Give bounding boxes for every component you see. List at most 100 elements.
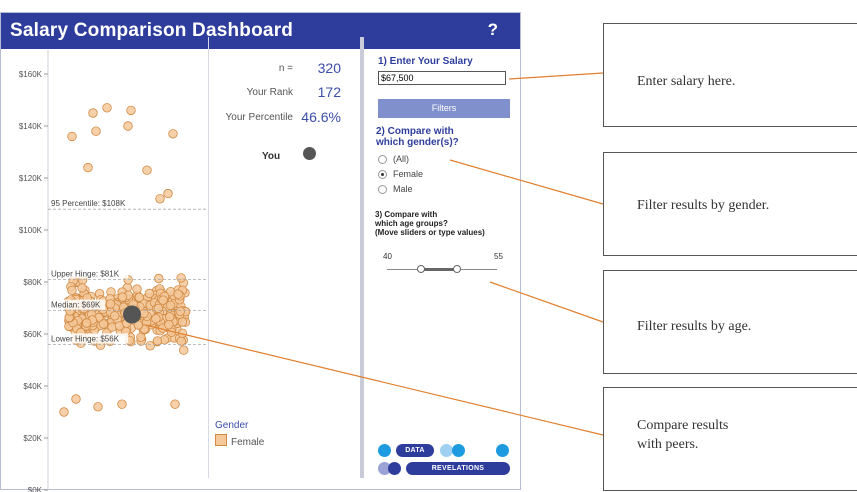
- reference-line-label: 95 Percentile: $108K: [51, 199, 126, 208]
- logo-dot: [496, 444, 509, 457]
- y-tick-label: $80K: [23, 278, 42, 287]
- gender-option-label: (All): [393, 154, 409, 164]
- data-point: [102, 103, 112, 113]
- data-point: [164, 312, 175, 322]
- you-marker: [303, 147, 316, 160]
- help-button[interactable]: ?: [488, 20, 498, 40]
- gender-option-label: Female: [393, 169, 424, 179]
- callout-gender: Filter results by gender.: [603, 152, 857, 256]
- reference-line-label: Lower Hinge: $56K: [51, 334, 120, 343]
- panel-divider: [360, 37, 364, 478]
- salary-input[interactable]: [378, 71, 506, 85]
- filters-button[interactable]: Filters: [378, 99, 510, 118]
- data-point: [93, 402, 103, 412]
- data-point: [177, 317, 188, 327]
- stat-n-value: 320: [317, 60, 341, 76]
- callout-peers-line1: Compare results: [637, 418, 729, 433]
- gender-option-all[interactable]: (All): [378, 154, 409, 166]
- data-point: [163, 188, 173, 199]
- step3-title-line1: 3) Compare with: [375, 210, 438, 219]
- callout-peers-text: Compare results with peers.: [637, 416, 728, 454]
- stat-percentile-label: Your Percentile: [225, 112, 293, 123]
- callout-salary-text: Enter salary here.: [637, 74, 736, 89]
- y-tick-label: $40K: [23, 382, 42, 391]
- stat-n-label: n =: [278, 63, 293, 74]
- data-point: [77, 283, 87, 293]
- legend-item-label: Female: [231, 437, 265, 448]
- connector-salary: [508, 72, 604, 80]
- data-point: [142, 165, 152, 175]
- chart-divider: [208, 37, 209, 478]
- callout-age: Filter results by age.: [603, 270, 857, 374]
- y-tick-label: $120K: [19, 174, 43, 183]
- data-point: [177, 328, 188, 339]
- callout-age-text: Filter results by age.: [637, 319, 752, 334]
- stat-percentile: Your Percentile 46.6%: [212, 108, 345, 128]
- y-tick-label: $20K: [23, 434, 42, 443]
- data-point: [81, 318, 92, 328]
- data-point: [170, 399, 180, 409]
- data-point: [98, 319, 109, 329]
- data-point: [83, 162, 93, 173]
- callout-gender-text: Filter results by gender.: [637, 198, 770, 213]
- step3-title-line2: which age groups?: [375, 219, 448, 228]
- step2-title-line1: 2) Compare with: [376, 126, 454, 137]
- stat-rank: Your Rank 172: [212, 83, 345, 103]
- gender-option-female[interactable]: Female: [378, 169, 423, 181]
- data-point: [117, 292, 128, 302]
- legend: Gender Female: [215, 420, 264, 448]
- data-point: [67, 131, 77, 142]
- data-point: [134, 292, 145, 303]
- step3-title-line3: (Move sliders or type values): [375, 228, 485, 237]
- y-tick-label: $60K: [23, 330, 42, 339]
- data-revelations-logo: DATA REVELATIONS: [374, 442, 514, 482]
- you-point: [123, 305, 141, 324]
- legend-swatch: [215, 434, 227, 446]
- gender-option-male[interactable]: Male: [378, 184, 413, 196]
- stat-rank-value: 172: [317, 84, 341, 100]
- data-point: [155, 194, 165, 204]
- radio-circle[interactable]: [378, 155, 387, 164]
- data-point: [109, 311, 120, 321]
- stat-n: n = 320: [212, 59, 345, 79]
- data-point: [144, 288, 155, 299]
- legend-title: Gender: [215, 420, 249, 431]
- data-point: [178, 345, 189, 355]
- you-label: You: [262, 151, 281, 162]
- radio-circle-selected[interactable]: [378, 170, 387, 179]
- data-point: [176, 273, 186, 283]
- age-slider-range: [421, 268, 457, 271]
- data-point: [136, 332, 146, 343]
- logo-dot: [378, 444, 391, 457]
- stat-rank-label: Your Rank: [246, 87, 293, 98]
- step2-title: 2) Compare with which gender(s)?: [376, 126, 459, 148]
- logo-word-data: DATA: [396, 444, 434, 457]
- data-point: [59, 407, 69, 417]
- data-point: [158, 295, 168, 305]
- data-point: [91, 126, 101, 136]
- logo-dot: [388, 462, 401, 475]
- data-point: [175, 306, 186, 317]
- gender-option-label: Male: [393, 184, 413, 194]
- age-max-value[interactable]: 55: [494, 252, 503, 261]
- legend-item: Female: [215, 434, 264, 448]
- reference-line-label: Upper Hinge: $81K: [51, 269, 120, 278]
- age-min-value[interactable]: 40: [383, 252, 392, 261]
- logo-word-revelations: REVELATIONS: [406, 462, 510, 475]
- step3-title: 3) Compare with which age groups? (Move …: [375, 210, 515, 237]
- step2-title-line2: which gender(s)?: [376, 137, 459, 148]
- callout-salary: Enter salary here.: [603, 23, 857, 127]
- data-point: [88, 108, 98, 118]
- step1-title: 1) Enter Your Salary: [378, 56, 473, 67]
- age-slider-min-thumb[interactable]: [417, 265, 425, 273]
- logo-dot: [452, 444, 465, 457]
- data-point: [154, 273, 164, 284]
- data-point: [153, 303, 164, 314]
- data-point: [168, 129, 178, 139]
- stat-percentile-value: 46.6%: [301, 109, 341, 125]
- age-slider-max-thumb[interactable]: [453, 265, 461, 273]
- data-point: [173, 289, 183, 299]
- data-point: [152, 336, 163, 346]
- data-point: [151, 314, 161, 324]
- radio-circle[interactable]: [378, 185, 387, 194]
